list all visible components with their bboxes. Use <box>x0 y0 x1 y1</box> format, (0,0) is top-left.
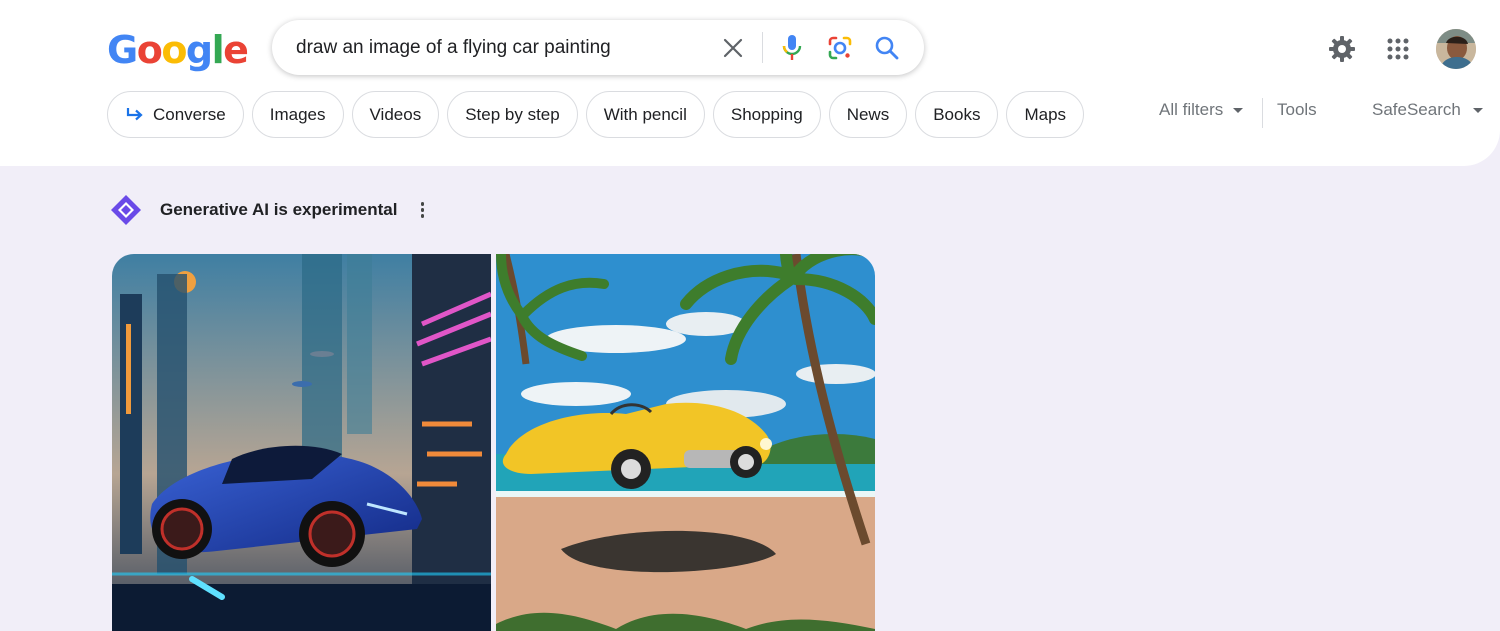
all-filters-dropdown[interactable]: All filters <box>1159 100 1244 120</box>
generated-images <box>112 254 875 631</box>
chip-label: Step by step <box>465 104 560 124</box>
chip-news[interactable]: News <box>828 91 908 138</box>
avatar[interactable] <box>1436 29 1476 69</box>
chip-label: Images <box>269 104 326 124</box>
microphone-icon[interactable] <box>778 32 806 64</box>
google-lens-icon[interactable] <box>825 33 855 63</box>
chip-label: Maps <box>1024 104 1067 124</box>
chip-shopping[interactable]: Shopping <box>712 91 821 138</box>
chip-converse[interactable]: Converse <box>107 91 244 138</box>
logo-letter: g <box>185 28 213 72</box>
logo-letter: l <box>211 28 225 72</box>
arrow-return-icon <box>125 106 145 124</box>
generative-ai-notice: Generative AI is experimental <box>110 194 427 226</box>
sparkle-icon <box>110 194 142 226</box>
generated-image-flying-yellow-convertible[interactable] <box>496 254 875 631</box>
all-filters-label: All filters <box>1159 100 1224 119</box>
logo-letter: e <box>223 28 249 72</box>
safesearch-dropdown[interactable]: SafeSearch <box>1372 100 1483 120</box>
chevron-down-icon <box>1233 107 1244 113</box>
chip-label: Converse <box>153 104 226 124</box>
apps-grid-icon[interactable] <box>1384 35 1412 63</box>
chip-label: Shopping <box>730 104 803 124</box>
chip-label: Videos <box>369 104 422 124</box>
logo-letter: o <box>161 28 187 72</box>
chip-with-pencil[interactable]: With pencil <box>585 91 705 138</box>
search-icon[interactable] <box>872 33 902 63</box>
chip-label: Books <box>933 104 981 124</box>
chip-videos[interactable]: Videos <box>351 91 440 138</box>
chip-label: News <box>846 104 890 124</box>
generated-image-flying-sports-car[interactable] <box>112 254 491 631</box>
search-input[interactable] <box>296 34 696 62</box>
chip-books[interactable]: Books <box>915 91 999 138</box>
chip-images[interactable]: Images <box>251 91 344 138</box>
logo-letter: G <box>107 28 138 72</box>
divider <box>1262 98 1263 128</box>
divider <box>762 32 763 63</box>
settings-gear-icon[interactable] <box>1326 33 1358 65</box>
chip-maps[interactable]: Maps <box>1006 91 1085 138</box>
safesearch-label: SafeSearch <box>1372 100 1461 119</box>
google-logo[interactable]: Google <box>107 28 249 72</box>
chip-label: With pencil <box>603 104 687 124</box>
filter-chips: Converse Images Videos Step by step With… <box>107 91 1092 138</box>
search-box[interactable] <box>272 20 924 75</box>
tools-label: Tools <box>1277 100 1317 119</box>
generative-ai-label: Generative AI is experimental <box>160 200 398 219</box>
chevron-down-icon <box>1472 107 1483 113</box>
logo-letter: o <box>136 28 163 72</box>
clear-icon[interactable] <box>720 35 746 61</box>
chip-step-by-step[interactable]: Step by step <box>447 91 578 138</box>
tools-button[interactable]: Tools <box>1277 100 1317 120</box>
more-options-icon[interactable] <box>417 200 427 220</box>
